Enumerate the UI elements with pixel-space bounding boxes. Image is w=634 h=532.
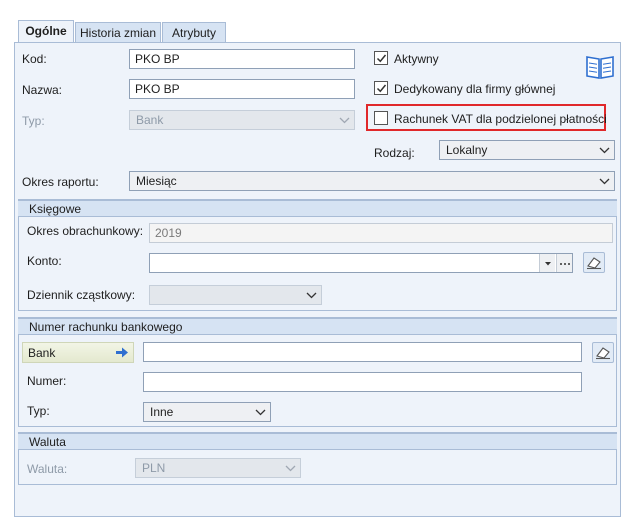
waluta-label: Waluta: (27, 462, 68, 476)
chevron-down-icon (599, 145, 610, 155)
okres-obrachunkowy-label: Okres obrachunkowy: (27, 224, 144, 238)
numer-input[interactable] (143, 372, 582, 392)
dziennik-label: Dziennik cząstkowy: (27, 288, 136, 302)
chevron-down-icon (339, 115, 350, 125)
rachunek-typ-value: Inne (150, 405, 174, 419)
okres-raportu-value: Miesiąc (136, 174, 177, 188)
rachunek-header: Numer rachunku bankowego (18, 318, 617, 335)
dedykowany-checkbox[interactable] (374, 81, 388, 95)
vat-checkbox[interactable] (374, 111, 388, 125)
konto-clear-button[interactable] (583, 252, 605, 273)
bank-link-button[interactable]: Bank (22, 342, 134, 363)
chevron-down-icon (306, 290, 317, 300)
tab-atrybuty[interactable]: Atrybuty (162, 22, 226, 44)
typ-select: Bank (129, 110, 355, 130)
dziennik-select (149, 285, 322, 305)
nazwa-label: Nazwa: (22, 83, 63, 97)
waluta-header: Waluta (18, 433, 617, 450)
konto-browse-button[interactable] (556, 254, 572, 272)
chevron-down-icon (545, 262, 551, 266)
waluta-select: PLN (135, 458, 301, 478)
vat-label: Rachunek VAT dla podzielonej płatności (394, 112, 607, 126)
kod-input[interactable]: PKO BP (129, 49, 355, 69)
typ-select-value: Bank (136, 113, 164, 127)
rodzaj-label: Rodzaj: (374, 146, 415, 160)
eraser-icon (596, 347, 610, 360)
checkmark-icon (376, 84, 387, 93)
arrow-right-icon (115, 346, 129, 362)
typ-label: Typ: (22, 114, 45, 128)
konto-label: Konto: (27, 254, 62, 268)
aktywny-checkbox[interactable] (374, 51, 388, 65)
bank-input[interactable] (143, 342, 582, 362)
dedykowany-label: Dedykowany dla firmy głównej (394, 82, 556, 96)
bank-clear-button[interactable] (592, 342, 614, 363)
chevron-down-icon (599, 176, 610, 186)
tab-historia-zmian[interactable]: Historia zmian (75, 22, 161, 44)
rodzaj-select[interactable]: Lokalny (439, 140, 615, 160)
okres-raportu-label: Okres raportu: (22, 175, 99, 189)
rachunek-typ-label: Typ: (27, 404, 50, 418)
konto-input[interactable] (149, 253, 573, 273)
bank-link-label: Bank (28, 346, 56, 360)
eraser-icon (587, 257, 601, 270)
okres-obrachunkowy-input: 2019 (149, 223, 613, 243)
okres-raportu-select[interactable]: Miesiąc (129, 171, 615, 191)
rodzaj-select-value: Lokalny (446, 143, 488, 157)
tab-ogolne[interactable]: Ogólne (18, 20, 74, 44)
waluta-select-value: PLN (142, 461, 166, 475)
numer-label: Numer: (27, 374, 67, 388)
kod-label: Kod: (22, 52, 47, 66)
book-icon[interactable] (585, 54, 615, 80)
ellipsis-icon (560, 263, 570, 265)
checkmark-icon (376, 54, 387, 63)
nazwa-input[interactable]: PKO BP (129, 79, 355, 99)
rachunek-typ-select[interactable]: Inne (143, 402, 271, 422)
chevron-down-icon (255, 407, 266, 417)
konto-dropdown-button[interactable] (539, 254, 555, 272)
aktywny-label: Aktywny (394, 52, 439, 66)
ksiegowe-header: Księgowe (18, 200, 617, 217)
chevron-down-icon (285, 463, 296, 473)
